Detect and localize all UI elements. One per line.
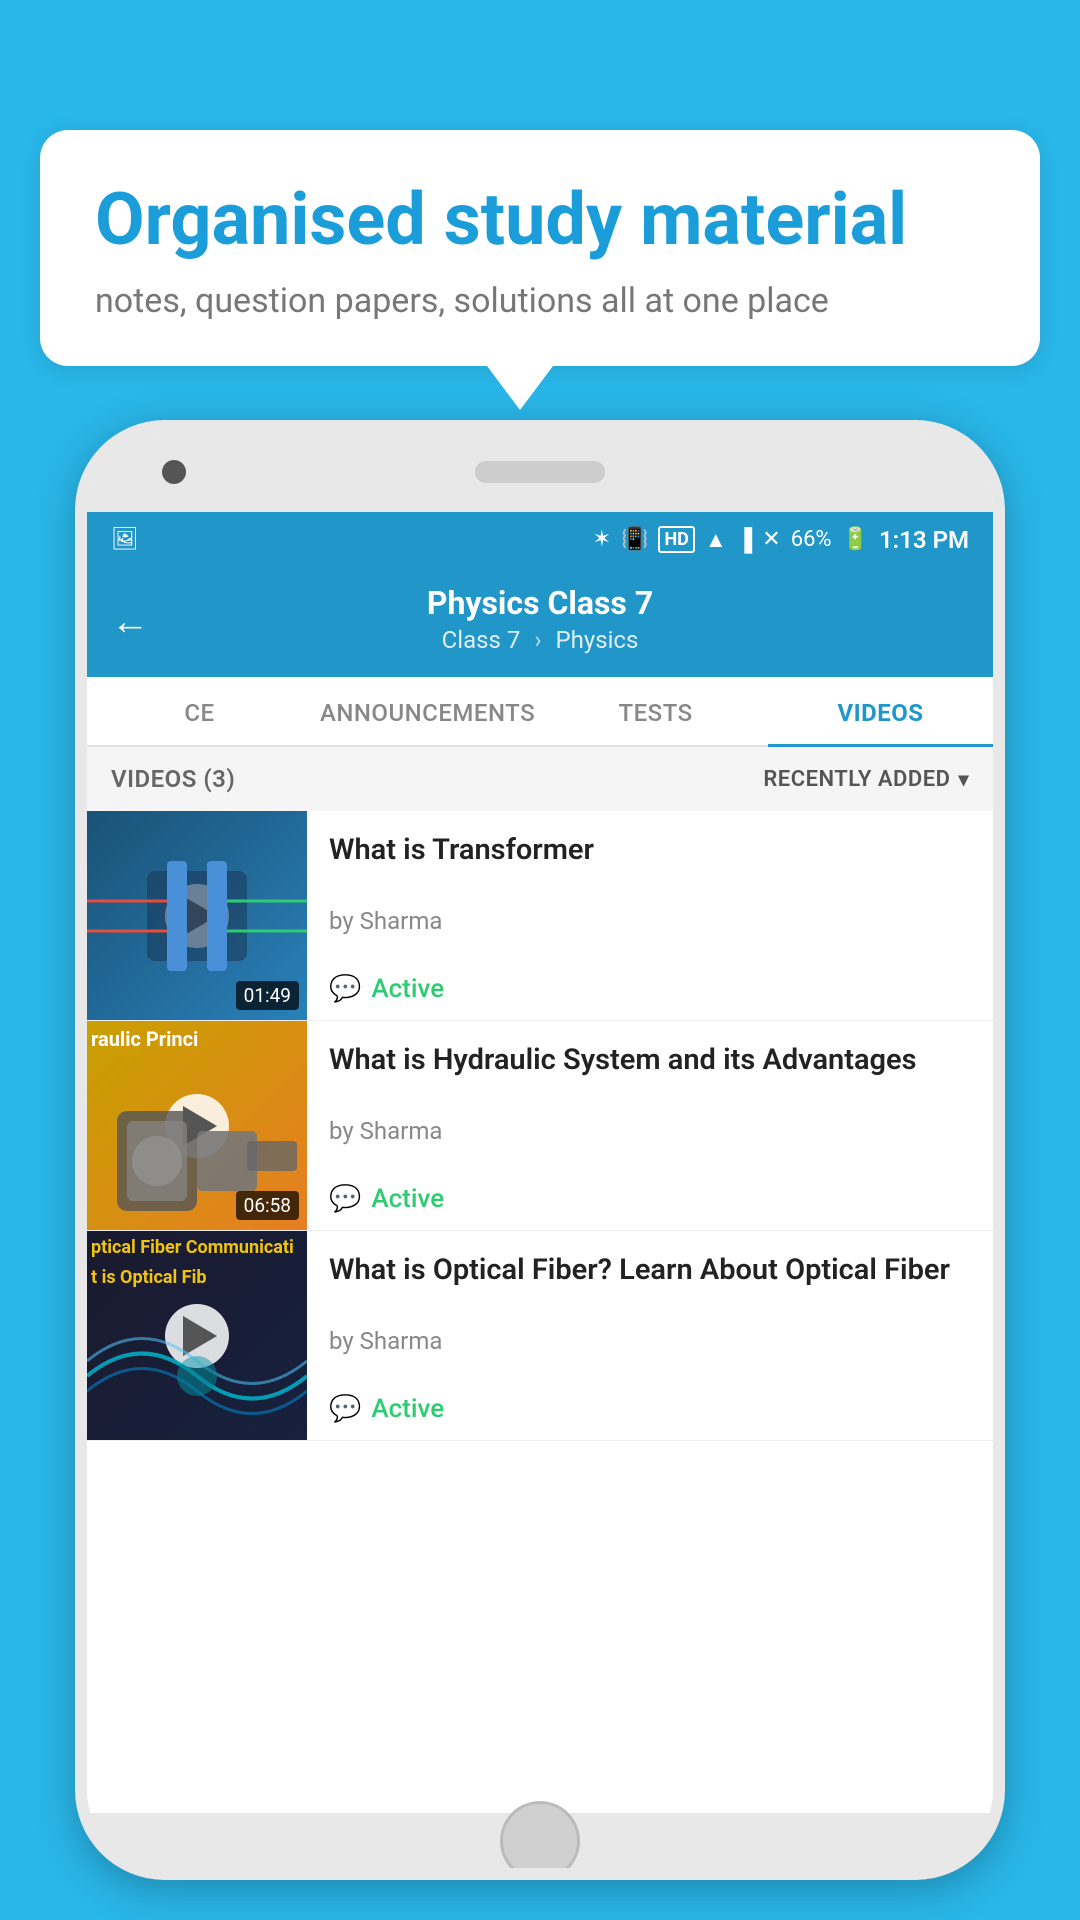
video-title-1: What is Transformer xyxy=(329,831,973,870)
table-row[interactable]: 01:49 What is Transformer by Sharma 💬 Ac… xyxy=(87,811,993,1021)
back-button[interactable]: ← xyxy=(111,600,149,644)
tab-ce[interactable]: CE xyxy=(87,677,312,745)
table-row[interactable]: ptical Fiber Communicati t is Optical Fi… xyxy=(87,1231,993,1441)
status-right: ✶ 📳 HD ▲ ▐ ✕ 66% 🔋 1:13 PM xyxy=(593,526,969,554)
vibrate-icon: 📳 xyxy=(621,527,648,552)
video-status-1: 💬 Active xyxy=(329,974,973,1004)
battery-icon: 🔋 xyxy=(842,527,869,552)
bubble-title: Organised study material xyxy=(95,180,985,259)
signal-icon: ▐ xyxy=(737,527,753,553)
chevron-down-icon: ▾ xyxy=(958,767,969,791)
app-bar-title: Physics Class 7 xyxy=(427,584,653,622)
status-active-2: Active xyxy=(371,1184,444,1214)
breadcrumb-separator: › xyxy=(534,626,541,654)
video-duration-2: 06:58 xyxy=(236,1191,299,1220)
battery-percent: 66% xyxy=(791,527,832,552)
screen: 🖼 ✶ 📳 HD ▲ ▐ ✕ 66% 🔋 1:13 PM ← Physics C… xyxy=(87,512,993,1813)
status-active-3: Active xyxy=(371,1394,444,1424)
tab-tests[interactable]: TESTS xyxy=(543,677,768,745)
clock: 1:13 PM xyxy=(879,526,969,554)
signal-x-icon: ✕ xyxy=(762,527,780,552)
video-status-3: 💬 Active xyxy=(329,1394,973,1424)
video-thumbnail-3: ptical Fiber Communicati t is Optical Fi… xyxy=(87,1231,307,1440)
video-info-1: What is Transformer by Sharma 💬 Active xyxy=(307,811,993,1020)
phone-top-bar xyxy=(87,432,993,512)
breadcrumb-class: Class 7 xyxy=(442,626,521,654)
status-active-1: Active xyxy=(371,974,444,1004)
video-author-3: by Sharma xyxy=(329,1327,973,1355)
wifi-icon: ▲ xyxy=(705,527,727,553)
bluetooth-icon: ✶ xyxy=(593,527,611,552)
phone-home-bar xyxy=(87,1813,993,1868)
phone-camera xyxy=(162,460,186,484)
chat-icon-2: 💬 xyxy=(329,1184,361,1214)
sort-control[interactable]: RECENTLY ADDED ▾ xyxy=(763,767,969,792)
status-bar: 🖼 ✶ 📳 HD ▲ ▐ ✕ 66% 🔋 1:13 PM xyxy=(87,512,993,567)
video-title-3: What is Optical Fiber? Learn About Optic… xyxy=(329,1251,973,1290)
video-author-1: by Sharma xyxy=(329,907,973,935)
video-author-2: by Sharma xyxy=(329,1117,973,1145)
app-bar: ← Physics Class 7 Class 7 › Physics xyxy=(87,567,993,677)
hd-badge: HD xyxy=(658,526,694,553)
optical-label-1: ptical Fiber Communicati xyxy=(91,1237,294,1258)
table-row[interactable]: raulic Princi xyxy=(87,1021,993,1231)
phone-frame: 🖼 ✶ 📳 HD ▲ ▐ ✕ 66% 🔋 1:13 PM ← Physics C… xyxy=(75,420,1005,1880)
photo-icon: 🖼 xyxy=(111,527,139,552)
videos-count: VIDEOS (3) xyxy=(111,765,235,793)
video-duration-1: 01:49 xyxy=(236,981,299,1010)
status-left: 🖼 xyxy=(111,527,139,552)
tabs-bar: CE ANNOUNCEMENTS TESTS VIDEOS xyxy=(87,677,993,747)
app-bar-subtitle: Class 7 › Physics xyxy=(442,626,639,654)
video-title-2: What is Hydraulic System and its Advanta… xyxy=(329,1041,973,1080)
chat-icon-3: 💬 xyxy=(329,1394,361,1424)
breadcrumb-subject: Physics xyxy=(555,626,638,654)
video-thumbnail-1: 01:49 xyxy=(87,811,307,1020)
tab-announcements[interactable]: ANNOUNCEMENTS xyxy=(312,677,543,745)
video-list: 01:49 What is Transformer by Sharma 💬 Ac… xyxy=(87,811,993,1813)
video-thumbnail-2: raulic Princi xyxy=(87,1021,307,1230)
chat-icon-1: 💬 xyxy=(329,974,361,1004)
phone-inner: 🖼 ✶ 📳 HD ▲ ▐ ✕ 66% 🔋 1:13 PM ← Physics C… xyxy=(87,432,993,1868)
sort-label: RECENTLY ADDED xyxy=(763,767,950,792)
bubble-subtitle: notes, question papers, solutions all at… xyxy=(95,281,985,321)
speech-bubble: Organised study material notes, question… xyxy=(40,130,1040,366)
videos-header: VIDEOS (3) RECENTLY ADDED ▾ xyxy=(87,747,993,811)
phone-speaker xyxy=(475,461,605,483)
video-info-3: What is Optical Fiber? Learn About Optic… xyxy=(307,1231,993,1440)
video-info-2: What is Hydraulic System and its Advanta… xyxy=(307,1021,993,1230)
tab-videos[interactable]: VIDEOS xyxy=(768,677,993,745)
hydraulic-label: raulic Princi xyxy=(91,1027,198,1051)
video-status-2: 💬 Active xyxy=(329,1184,973,1214)
